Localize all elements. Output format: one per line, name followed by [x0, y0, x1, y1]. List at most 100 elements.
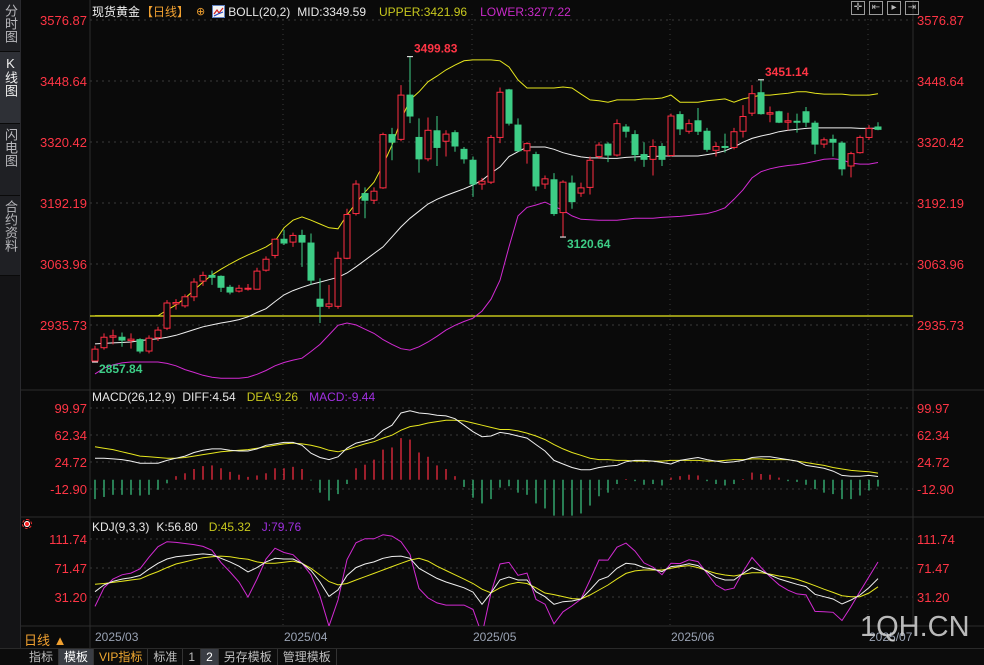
y-tick-label-right: 31.20: [917, 590, 950, 605]
settings-indicator-icon[interactable]: [22, 519, 32, 529]
candle: [874, 122, 882, 131]
boll-lower-line: [94, 158, 879, 379]
candle: [640, 142, 648, 167]
bottom-tab-6[interactable]: 2: [201, 649, 219, 665]
y-tick-label-right: 111.74: [917, 532, 955, 547]
j-line: [94, 534, 879, 626]
y-tick-label-right: 2935.73: [917, 318, 964, 333]
candle-body: [694, 120, 702, 132]
candle-body: [334, 257, 342, 307]
candle: [145, 335, 153, 354]
candle-body: [118, 336, 126, 341]
candle-body: [748, 93, 756, 114]
y-tick-label-right: 99.97: [917, 401, 950, 416]
candle-body: [631, 134, 639, 156]
candle: [208, 270, 216, 285]
pane-plot: [94, 410, 879, 516]
candle: [784, 112, 792, 131]
candle: [325, 284, 333, 309]
candle-body: [217, 275, 225, 288]
candle-body: [487, 136, 495, 183]
candle: [226, 284, 234, 295]
add-indicator-icon[interactable]: ⊕: [196, 5, 205, 18]
crosshair-icon[interactable]: ✛: [851, 1, 865, 15]
candle-body: [451, 132, 459, 147]
candle-body: [271, 238, 279, 256]
y-tick-label-right: 3576.87: [917, 13, 964, 28]
bottom-tab-3[interactable]: VIP指标: [94, 649, 149, 665]
candle-body: [226, 286, 234, 293]
candle: [415, 118, 423, 173]
candle: [568, 175, 576, 209]
bottom-tab-1[interactable]: 指标: [24, 649, 60, 665]
candle-body: [676, 114, 684, 130]
candle-body: [775, 111, 783, 123]
candle-body: [91, 348, 99, 362]
bottom-tab-4[interactable]: 标准: [148, 649, 184, 665]
candle: [829, 134, 837, 157]
candle: [190, 278, 198, 302]
candle-body: [415, 136, 423, 160]
candle-body: [253, 270, 261, 290]
bottom-tab-bar: 指标 模板 VIP指标 标准 1 2 另存模板 管理模板: [0, 648, 984, 665]
candle-body: [109, 335, 117, 338]
candle: [244, 283, 252, 291]
candle: [451, 130, 459, 152]
candle: [532, 151, 540, 191]
candle: [667, 113, 675, 157]
macd-label[interactable]: MACD(26,12,9): [92, 390, 175, 404]
candle-body: [262, 258, 270, 271]
zoom-in-icon[interactable]: ⇤: [869, 1, 883, 15]
candle-body: [757, 92, 765, 115]
candle-body: [289, 234, 297, 243]
y-tick-label-right: 3448.64: [917, 74, 964, 89]
candle: [100, 333, 108, 350]
extreme-price-label: 3499.83: [414, 42, 458, 56]
y-tick-label-left: 3448.64: [40, 74, 87, 89]
kdj-label[interactable]: KDJ(9,3,3): [92, 520, 149, 534]
scroll-right-icon[interactable]: ⇥: [905, 1, 919, 15]
candle: [757, 79, 765, 115]
candle-body: [352, 183, 360, 215]
candle-body: [478, 180, 486, 185]
candle: [514, 118, 522, 152]
candle: [649, 139, 657, 176]
watermark-logo: 1QH.CN: [860, 611, 970, 643]
candle: [658, 143, 666, 166]
candle-body: [163, 302, 171, 329]
candle: [181, 294, 189, 308]
candle: [379, 132, 387, 189]
candle-body: [784, 120, 792, 123]
bottom-tab-8[interactable]: 管理模板: [278, 649, 337, 665]
boll-chart-icon[interactable]: [212, 5, 226, 18]
candle: [307, 233, 315, 285]
dea-value: DEA:9.26: [246, 390, 299, 404]
y-tick-label-left: -12.90: [50, 482, 87, 497]
bottom-tab-7[interactable]: 另存模板: [219, 649, 278, 665]
candle-body: [685, 123, 693, 132]
candle-body: [559, 181, 567, 214]
candle: [694, 107, 702, 136]
bottom-tab-2[interactable]: 模板: [59, 649, 95, 665]
k-value: K:56.80: [156, 520, 198, 534]
candle: [550, 173, 558, 216]
period-selector[interactable]: 日线 ▲: [24, 630, 66, 649]
candle-body: [640, 154, 648, 160]
candle-body: [496, 91, 504, 138]
bottom-tab-5[interactable]: 1: [183, 649, 202, 665]
candle-body: [244, 287, 252, 290]
candle: [730, 127, 738, 150]
candle-body: [316, 298, 324, 307]
candle-body: [721, 145, 729, 148]
zoom-out-icon[interactable]: ▸: [887, 1, 901, 15]
candle-body: [388, 134, 396, 143]
boll-label[interactable]: BOLL(20,2): [228, 5, 290, 19]
candle: [442, 130, 450, 157]
candle-body: [577, 187, 585, 194]
candle-body: [361, 193, 369, 201]
candle-body: [541, 178, 549, 185]
candle-body: [280, 238, 288, 244]
main-pane-header: 现货黄金 【日线】 ⊕ BOLL(20,2) MID:3349.59 UPPER…: [92, 3, 571, 20]
chart-canvas[interactable]: 2025/03 2025/04 2025/05 2025/06 2025/073576.…: [0, 0, 984, 664]
candle-body: [568, 182, 576, 203]
